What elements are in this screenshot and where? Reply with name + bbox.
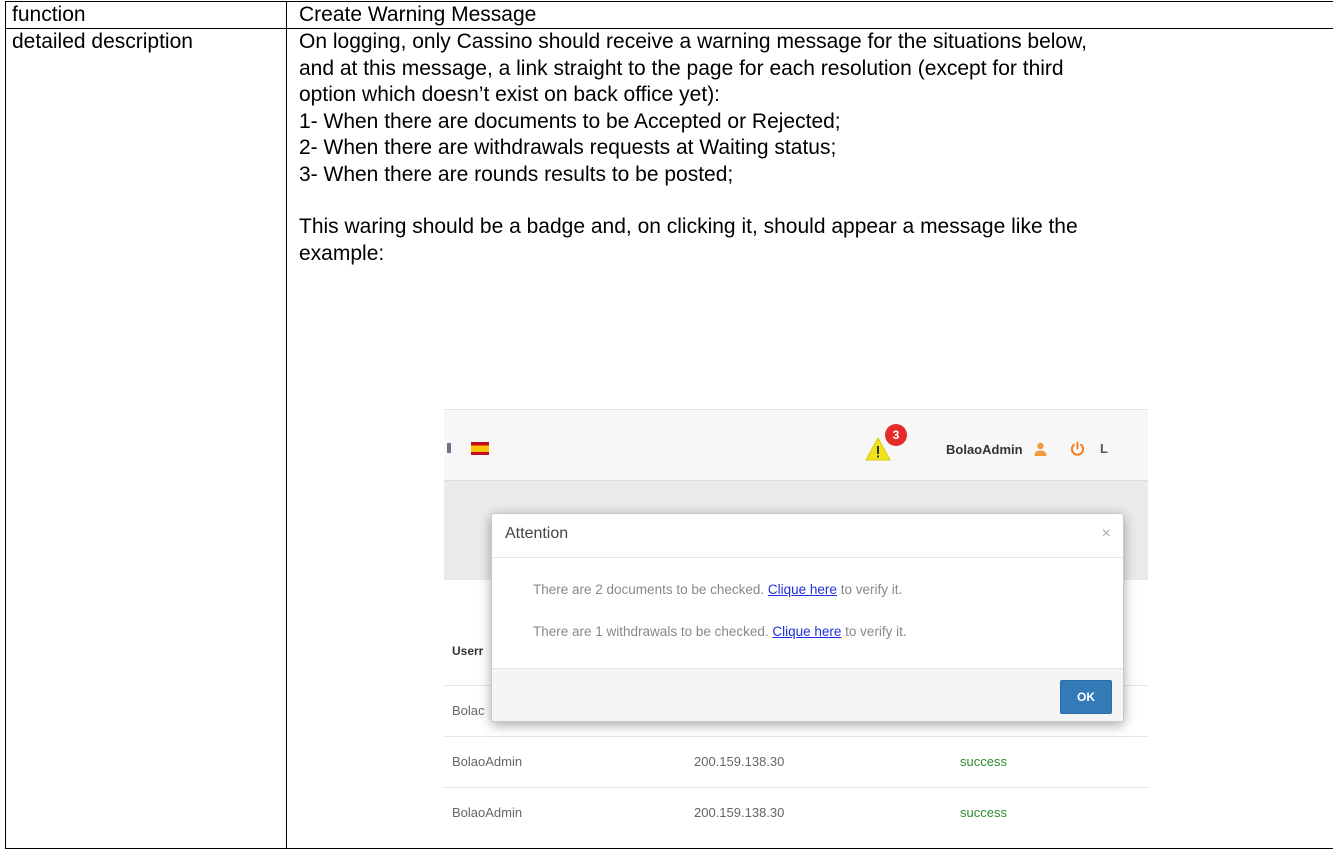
spain-flag-icon[interactable] [471, 442, 489, 455]
description-line: This waring should be a badge and, on cl… [299, 214, 1333, 241]
modal-title: Attention [505, 525, 568, 543]
message-text: There are 1 withdrawals to be checked. [533, 624, 772, 639]
description-line: example: [299, 241, 1333, 268]
function-value: Create Warning Message [287, 2, 1333, 29]
power-icon[interactable] [1070, 441, 1085, 456]
message-text: There are 2 documents to be checked. [533, 582, 768, 597]
grid-cell-user: Bolac [452, 703, 485, 718]
grid-cell-status: success [960, 805, 1007, 820]
embedded-screenshot: 3 BolaoAdmin L Userr Bolac BolaoAdmin 20… [444, 409, 1148, 845]
grid-cell-ip: 200.159.138.30 [694, 754, 784, 769]
grid-cell-status: success [960, 754, 1007, 769]
description-label: detailed description [6, 29, 287, 849]
username[interactable]: BolaoAdmin [946, 442, 1023, 457]
message-text: to verify it. [837, 582, 902, 597]
description-line: option which doesn’t exist on back offic… [299, 82, 1333, 109]
modal-header: Attention × [492, 514, 1123, 558]
documents-message: There are 2 documents to be checked. Cli… [533, 582, 902, 597]
attention-modal: Attention × There are 2 documents to be … [491, 513, 1124, 722]
grid-cell-ip: 200.159.138.30 [694, 805, 784, 820]
description-line: 2- When there are withdrawals requests a… [299, 135, 1333, 162]
grid-header-user: Userr [452, 644, 483, 658]
description-line: On logging, only Cassino should receive … [299, 29, 1333, 56]
function-label: function [6, 2, 287, 29]
message-text: to verify it. [841, 624, 906, 639]
ok-button[interactable]: OK [1060, 680, 1112, 714]
function-row: function Create Warning Message [6, 2, 1333, 29]
row-divider [444, 787, 1148, 788]
logout-label[interactable]: L [1100, 441, 1108, 456]
modal-footer: OK [492, 668, 1123, 721]
row-divider [444, 736, 1148, 737]
documents-link[interactable]: Clique here [768, 582, 837, 597]
description-line: 3- When there are rounds results to be p… [299, 162, 1333, 189]
warning-badge[interactable]: 3 [885, 424, 907, 446]
description-line: 1- When there are documents to be Accept… [299, 109, 1333, 136]
grid-cell-user: BolaoAdmin [452, 805, 522, 820]
withdrawals-link[interactable]: Clique here [772, 624, 841, 639]
user-icon[interactable] [1034, 442, 1047, 456]
description-line: and at this message, a link straight to … [299, 56, 1333, 83]
modal-body: There are 2 documents to be checked. Cli… [492, 558, 1123, 669]
close-icon[interactable]: × [1102, 525, 1111, 543]
flag-icon[interactable] [447, 443, 451, 453]
description-text: On logging, only Cassino should receive … [299, 29, 1333, 267]
grid-cell-user: BolaoAdmin [452, 754, 522, 769]
withdrawals-message: There are 1 withdrawals to be checked. C… [533, 624, 907, 639]
app-topbar: 3 BolaoAdmin L [444, 409, 1148, 481]
